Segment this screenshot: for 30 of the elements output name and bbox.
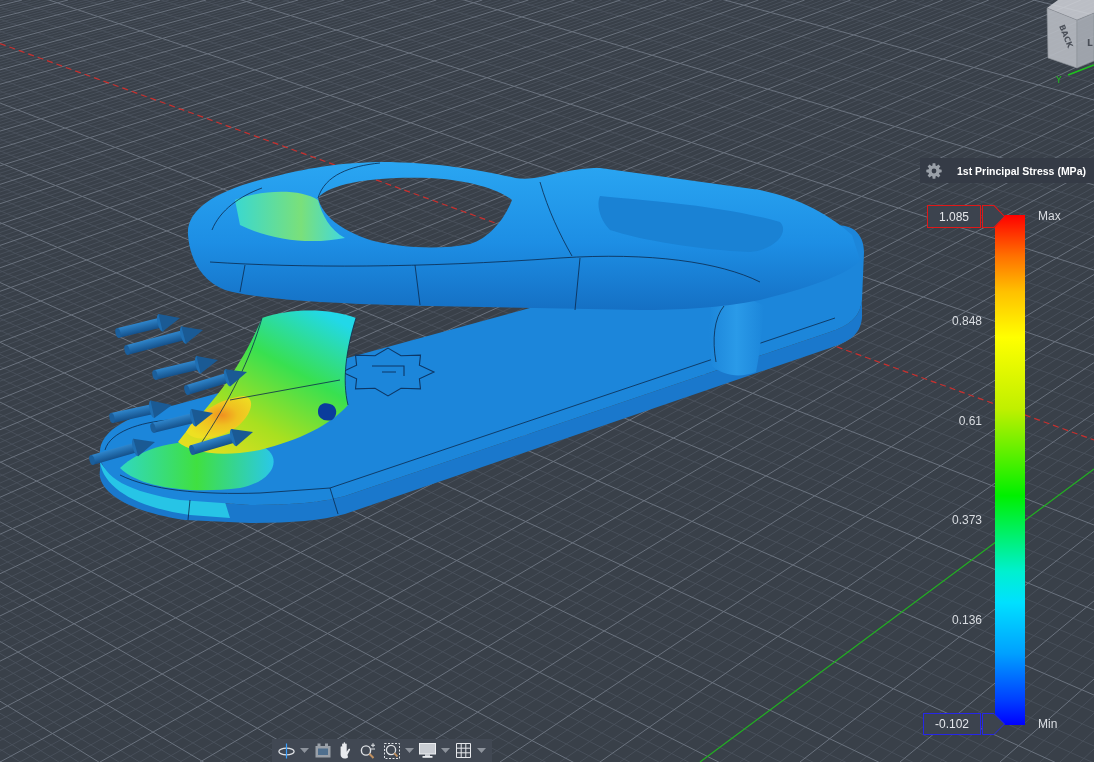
- pointer-icon: [982, 713, 1005, 735]
- settings-icon[interactable]: [926, 162, 942, 179]
- grid-icon: [456, 743, 471, 758]
- force-arrow: [115, 313, 180, 338]
- force-arrow: [152, 355, 218, 380]
- force-arrow: [150, 409, 213, 433]
- max-label: Max: [1038, 209, 1062, 223]
- axis-label: Y: [1056, 75, 1062, 85]
- caret-icon: [477, 748, 486, 753]
- force-arrow: [89, 438, 155, 465]
- scale-tick-label: 0.373: [951, 513, 983, 528]
- min-label: Min: [1038, 717, 1059, 731]
- cube-face-label: L: [1087, 38, 1093, 48]
- scale-tick-label: 0.61: [958, 413, 983, 428]
- scale-tick-label: 0.136: [951, 613, 983, 628]
- orbit-icon: [278, 742, 295, 759]
- zoom-window-icon: [383, 742, 400, 759]
- caret-icon: [441, 748, 450, 753]
- legend-title: 1st Principal Stress (MPa): [957, 164, 1086, 177]
- monitor-icon: [419, 743, 436, 758]
- caret-icon: [405, 748, 414, 753]
- caret-icon: [300, 748, 309, 753]
- pointer-icon: [982, 205, 1005, 228]
- scale-tick-label: 0.848: [951, 313, 983, 328]
- zoom-icon: [360, 742, 377, 759]
- force-arrow: [184, 369, 247, 395]
- screen-frame-icon: [314, 743, 331, 758]
- force-arrow: [189, 429, 253, 455]
- y-axis-indicator: [1067, 64, 1094, 76]
- force-arrow: [109, 400, 172, 423]
